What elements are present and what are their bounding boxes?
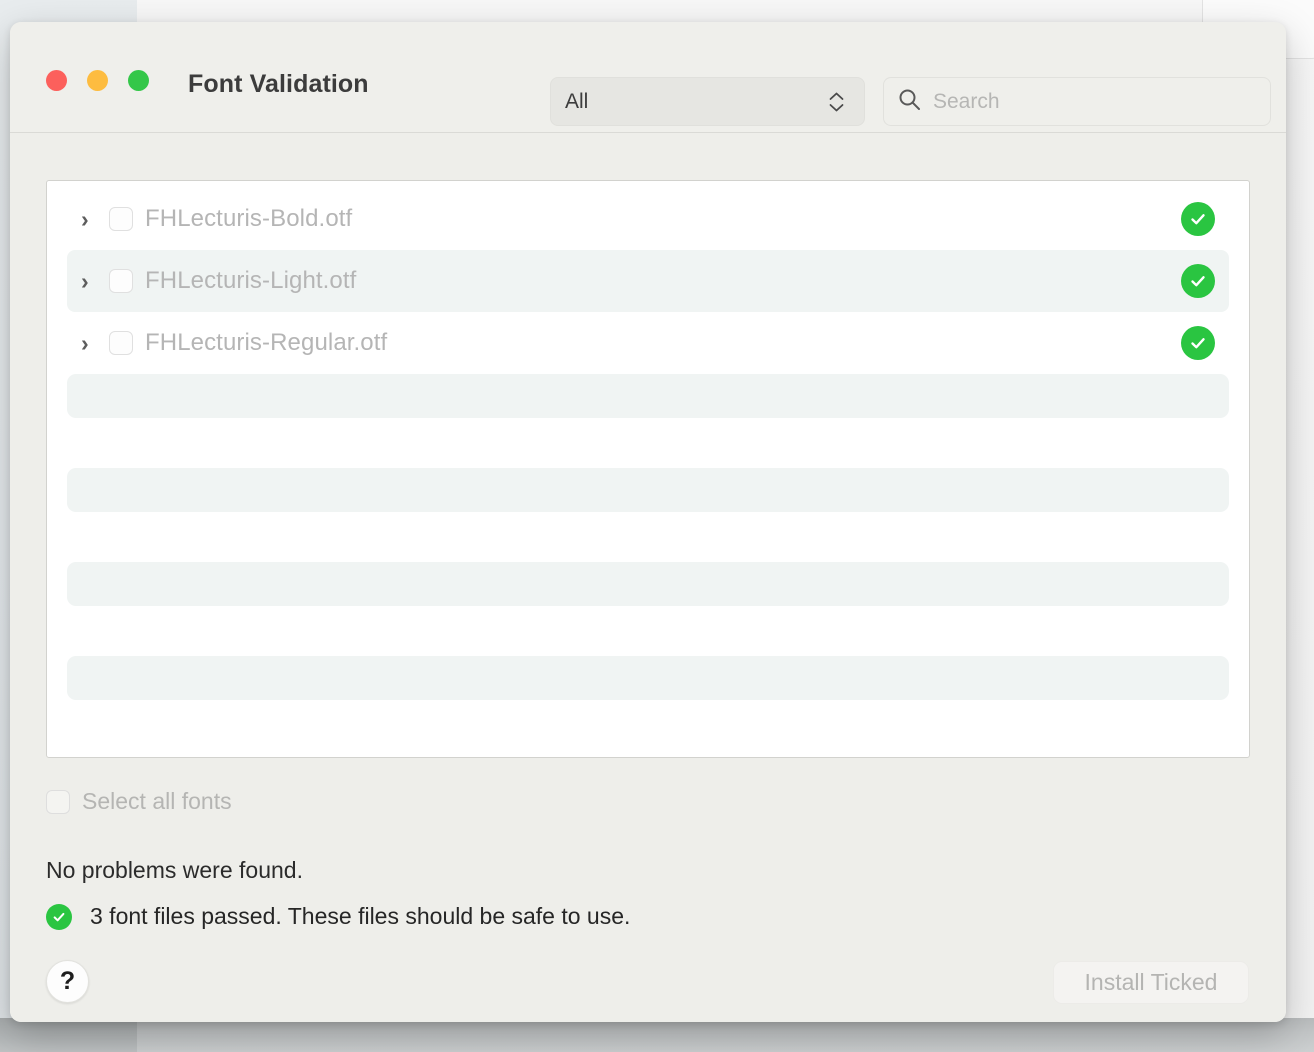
status-detail-row: 3 font files passed. These files should …	[46, 903, 630, 930]
close-button[interactable]	[46, 70, 67, 91]
empty-list-row	[67, 562, 1229, 606]
row-checkbox[interactable]	[109, 269, 133, 293]
select-all-fonts[interactable]: Select all fonts	[46, 788, 232, 815]
list-row-gap	[47, 418, 1249, 468]
font-list-rows: › FHLecturis-Bold.otf › FHLecturis-Light…	[47, 181, 1249, 700]
status-headline: No problems were found.	[46, 857, 303, 883]
font-validation-window: Font Validation All Search › FHLecturis-…	[10, 22, 1286, 1022]
font-file-name: FHLecturis-Light.otf	[145, 267, 357, 294]
table-row[interactable]: › FHLecturis-Bold.otf	[67, 188, 1229, 250]
chevron-right-icon[interactable]: ›	[81, 269, 103, 293]
traffic-lights	[46, 70, 149, 91]
help-button[interactable]: ?	[46, 960, 89, 1003]
status-badge-passed	[1181, 264, 1215, 298]
desktop-floor	[0, 1018, 1314, 1052]
row-checkbox[interactable]	[109, 207, 133, 231]
font-file-name: FHLecturis-Bold.otf	[145, 205, 353, 232]
check-circle-icon	[46, 903, 72, 930]
zoom-button[interactable]	[128, 70, 149, 91]
empty-list-row	[67, 656, 1229, 700]
filter-select-value: All	[565, 89, 589, 113]
desktop-floor-left	[0, 1018, 137, 1052]
install-ticked-button[interactable]: Install Ticked	[1053, 961, 1249, 1004]
chevron-right-icon[interactable]: ›	[81, 207, 103, 231]
filter-select[interactable]: All	[550, 77, 865, 126]
status-detail-text: 3 font files passed. These files should …	[90, 903, 631, 929]
empty-list-row	[67, 468, 1229, 512]
status-badge-passed	[1181, 202, 1215, 236]
empty-list-row	[67, 374, 1229, 418]
list-row-gap	[47, 512, 1249, 562]
search-field[interactable]: Search	[883, 77, 1271, 126]
row-checkbox[interactable]	[109, 331, 133, 355]
select-all-checkbox[interactable]	[46, 789, 70, 814]
font-file-name: FHLecturis-Regular.otf	[145, 329, 388, 356]
font-list[interactable]: › FHLecturis-Bold.otf › FHLecturis-Light…	[46, 180, 1250, 758]
search-icon	[898, 88, 921, 116]
window-titlebar: Font Validation All Search	[10, 22, 1286, 133]
select-all-label: Select all fonts	[82, 788, 232, 814]
chevron-right-icon[interactable]: ›	[81, 331, 103, 355]
table-row[interactable]: › FHLecturis-Light.otf	[67, 250, 1229, 312]
search-input[interactable]: Search	[933, 90, 1000, 114]
list-row-gap	[47, 606, 1249, 656]
window-body: › FHLecturis-Bold.otf › FHLecturis-Light…	[10, 133, 1286, 1022]
window-title: Font Validation	[188, 70, 369, 98]
table-row[interactable]: › FHLecturis-Regular.otf	[67, 312, 1229, 374]
chevron-updown-icon	[829, 92, 844, 112]
minimize-button[interactable]	[87, 70, 108, 91]
status-badge-passed	[1181, 326, 1215, 360]
